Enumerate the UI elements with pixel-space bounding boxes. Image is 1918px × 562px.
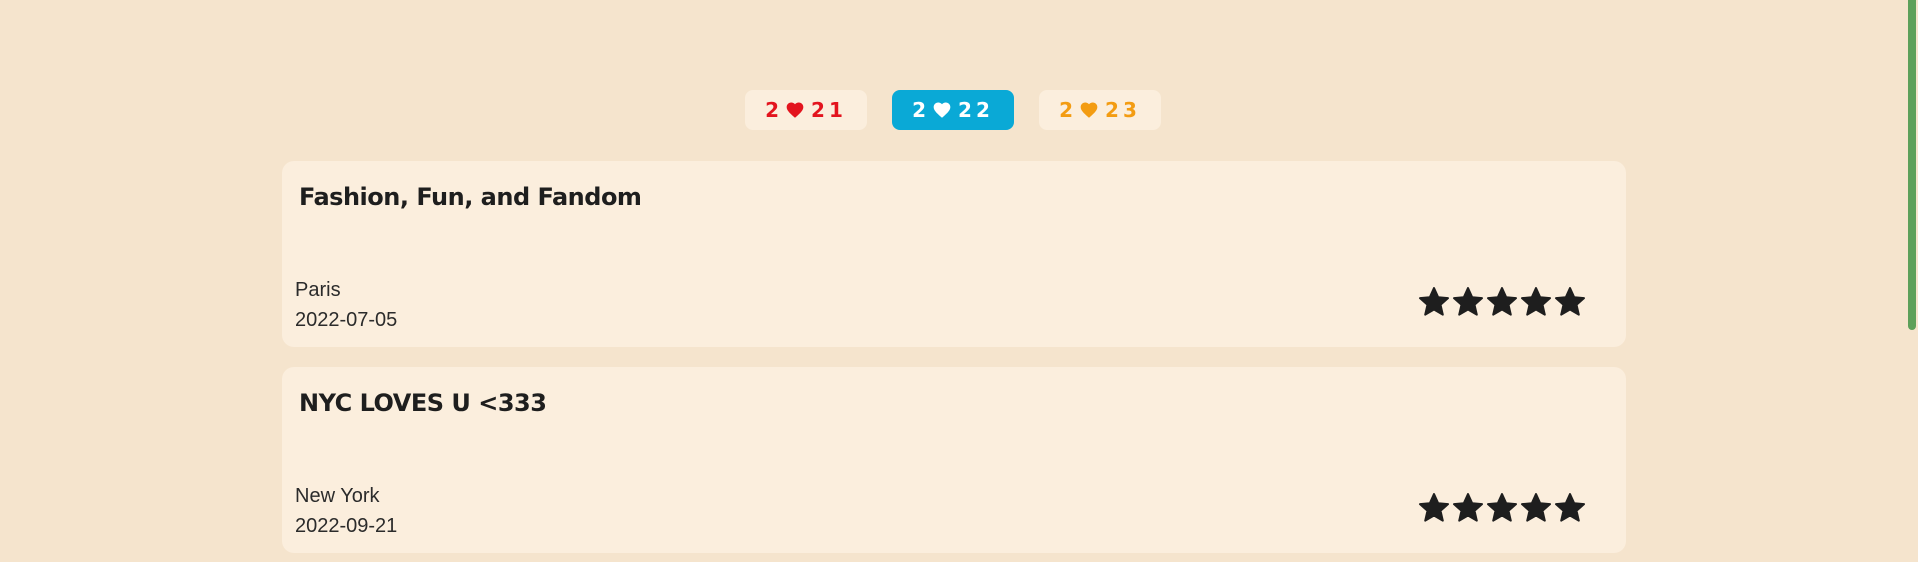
page: 2 21 2 22 2 23 Fashion, Fun, and Fandom … [0, 0, 1918, 562]
heart-icon [786, 102, 804, 118]
card-title: NYC LOVES U <333 [299, 389, 547, 417]
tab-2021-prefix: 2 [765, 98, 784, 122]
star-rating [1418, 492, 1586, 524]
star-icon [1521, 287, 1551, 316]
star-rating [1418, 286, 1586, 318]
card-date: 2022-07-05 [295, 309, 398, 331]
tab-2021[interactable]: 2 21 [745, 90, 867, 130]
scrollbar[interactable] [1906, 0, 1918, 562]
scrollbar-thumb[interactable] [1908, 0, 1916, 330]
trip-card[interactable]: Fashion, Fun, and Fandom Paris 2022-07-0… [282, 161, 1626, 347]
tab-2023-prefix: 2 [1059, 98, 1078, 122]
heart-icon [1080, 102, 1098, 118]
year-tabs: 2 21 2 22 2 23 [0, 90, 1906, 130]
star-icon [1453, 493, 1483, 522]
tab-2023-suffix: 23 [1105, 98, 1141, 122]
heart-icon [933, 102, 951, 118]
card-title: Fashion, Fun, and Fandom [299, 183, 642, 211]
tab-2022[interactable]: 2 22 [892, 90, 1014, 130]
tab-2022-suffix: 22 [958, 98, 994, 122]
star-icon [1487, 493, 1517, 522]
tab-2022-prefix: 2 [912, 98, 931, 122]
tab-2023[interactable]: 2 23 [1039, 90, 1161, 130]
trip-card[interactable]: NYC LOVES U <333 New York 2022-09-21 [282, 367, 1626, 553]
star-icon [1521, 493, 1551, 522]
star-icon [1453, 287, 1483, 316]
card-city: New York [295, 485, 380, 507]
star-icon [1555, 287, 1585, 316]
tab-2021-suffix: 21 [811, 98, 847, 122]
star-icon [1487, 287, 1517, 316]
card-date: 2022-09-21 [295, 515, 398, 537]
star-icon [1419, 493, 1449, 522]
star-icon [1555, 493, 1585, 522]
card-city: Paris [295, 279, 341, 301]
star-icon [1419, 287, 1449, 316]
